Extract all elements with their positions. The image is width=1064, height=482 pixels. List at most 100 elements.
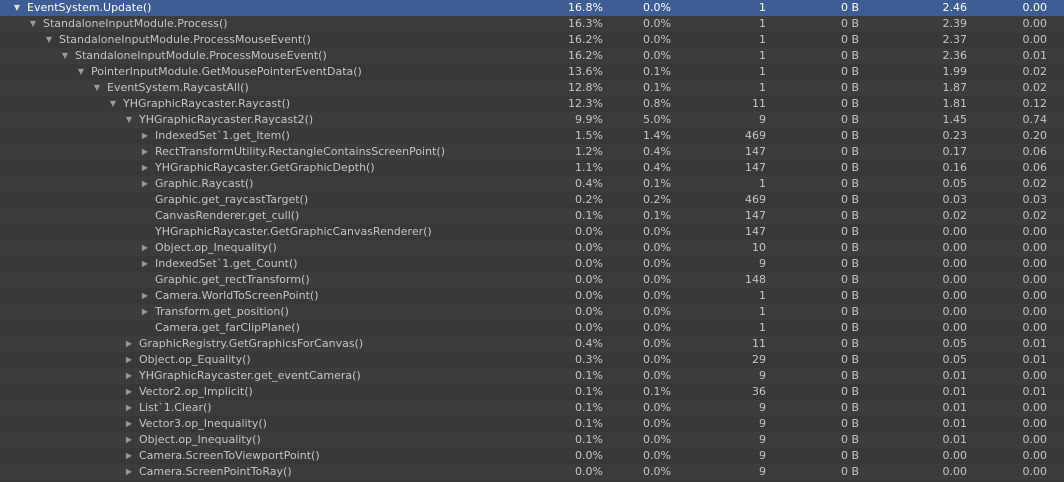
chevron-right-icon[interactable]: ▶	[139, 240, 151, 256]
table-row[interactable]: ▶ YHGraphicRaycaster.get_eventCamera() 0.1…	[0, 368, 1064, 384]
table-row[interactable]: Graphic.get_rectTransform() 0.0% 0.0% 148 0 …	[0, 272, 1064, 288]
time-ms-cell: 0.01	[942, 401, 968, 414]
table-row[interactable]: ▶ Camera.ScreenPointToRay() 0.0% 0.0% 9 0 B 0.…	[0, 464, 1064, 480]
table-row[interactable]: ▶ Vector2.op_Implicit() 0.1% 0.1% 36 0 B 0.01 0…	[0, 384, 1064, 400]
self-percent-cell: 0.0%	[643, 449, 671, 462]
table-row[interactable]: Graphic.get_raycastTarget() 0.2% 0.2% 469 0 …	[0, 192, 1064, 208]
chevron-right-icon[interactable]: ▶	[123, 416, 135, 432]
table-row[interactable]: ▶ Vector3.op_Inequality() 0.1% 0.0% 9 0 B 0.01…	[0, 416, 1064, 432]
function-name-cell: ▶ Camera.ScreenPointToRay()	[0, 464, 500, 480]
function-name-cell: Camera.get_farClipPlane()	[0, 320, 500, 336]
calls-cell: 11	[752, 97, 766, 110]
gc-alloc-cell: 0 B	[840, 273, 859, 286]
chevron-right-icon[interactable]: ▶	[123, 432, 135, 448]
table-row[interactable]: YHGraphicRaycaster.GetGraphicCanvasRende…	[0, 224, 1064, 240]
self-percent-cell: 0.0%	[643, 337, 671, 350]
self-ms-cell: 0.01	[1022, 385, 1048, 398]
table-row[interactable]: ▼ YHGraphicRaycaster.Raycast() 12.3% 0.8% 11…	[0, 96, 1064, 112]
table-row[interactable]: ▶ Object.op_Equality() 0.3% 0.0% 29 0 B 0.05 0.…	[0, 352, 1064, 368]
table-row[interactable]: ▼ PointerInputModule.GetMousePointerEvent…	[0, 64, 1064, 80]
chevron-right-icon[interactable]: ▶	[139, 128, 151, 144]
table-row[interactable]: ▶ IndexedSet`1.get_Count() 0.0% 0.0% 9 0 B 0.0…	[0, 256, 1064, 272]
self-ms-cell: 0.20	[1022, 129, 1048, 142]
chevron-right-icon[interactable]: ▶	[123, 368, 135, 384]
function-name-cell: ▶ Object.op_Inequality()	[0, 432, 500, 448]
table-row[interactable]: ▼ StandaloneInputModule.Process() 16.3% 0.0…	[0, 16, 1064, 32]
chevron-right-icon[interactable]: ▶	[139, 160, 151, 176]
table-row[interactable]: ▼ StandaloneInputModule.ProcessMouseEvent…	[0, 32, 1064, 48]
time-ms-cell: 0.01	[942, 369, 968, 382]
chevron-right-icon[interactable]: ▶	[123, 384, 135, 400]
chevron-right-icon[interactable]: ▶	[139, 304, 151, 320]
table-row[interactable]: ▶ YHGraphicRaycaster.GetGraphicDepth() 1.1…	[0, 160, 1064, 176]
table-row[interactable]: ▼ EventSystem.RaycastAll() 12.8% 0.1% 1 0 B 1.…	[0, 80, 1064, 96]
gc-alloc-cell: 0 B	[840, 49, 859, 62]
chevron-down-icon[interactable]: ▼	[59, 48, 71, 64]
function-name: GraphicRegistry.GetGraphicsForCanvas()	[139, 337, 364, 350]
chevron-down-icon[interactable]: ▼	[91, 80, 103, 96]
time-ms-cell: 1.81	[942, 97, 968, 110]
self-ms-cell: 0.00	[1022, 257, 1048, 270]
function-name: YHGraphicRaycaster.GetGraphicCanvasRende…	[155, 225, 432, 238]
chevron-down-icon[interactable]: ▼	[27, 16, 39, 32]
table-row[interactable]: CanvasRenderer.get_cull() 0.1% 0.1% 147 0 B 0…	[0, 208, 1064, 224]
table-row[interactable]: ▶ RectTransformUtility.RectangleContainsS…	[0, 144, 1064, 160]
self-percent-cell: 0.0%	[643, 273, 671, 286]
chevron-right-icon[interactable]: ▶	[123, 352, 135, 368]
chevron-right-icon[interactable]: ▶	[123, 448, 135, 464]
function-name-cell: ▶ Vector3.op_Inequality()	[0, 416, 500, 432]
chevron-right-icon[interactable]: ▶	[139, 176, 151, 192]
calls-cell: 9	[759, 465, 766, 478]
chevron-right-icon[interactable]: ▶	[139, 288, 151, 304]
table-row[interactable]: ▼ EventSystem.Update() 16.8% 0.0% 1 0 B 2.46 0.…	[0, 0, 1064, 16]
calls-cell: 1	[759, 321, 766, 334]
total-percent-cell: 0.0%	[575, 449, 603, 462]
chevron-down-icon[interactable]: ▼	[107, 96, 119, 112]
calls-cell: 469	[745, 193, 766, 206]
table-row[interactable]: ▶ Transform.get_position() 0.0% 0.0% 1 0 B 0.0…	[0, 304, 1064, 320]
table-row[interactable]: ▶ Camera.WorldToScreenPoint() 0.0% 0.0% 1 0 B…	[0, 288, 1064, 304]
function-name-cell: ▼ EventSystem.Update()	[0, 0, 500, 16]
calls-cell: 36	[752, 385, 766, 398]
gc-alloc-cell: 0 B	[840, 129, 859, 142]
self-percent-cell: 0.0%	[643, 433, 671, 446]
gc-alloc-cell: 0 B	[840, 433, 859, 446]
self-percent-cell: 0.1%	[643, 385, 671, 398]
total-percent-cell: 0.4%	[575, 177, 603, 190]
table-row[interactable]: ▶ IndexedSet`1.get_Item() 1.5% 1.4% 469 0 B 0.…	[0, 128, 1064, 144]
self-ms-cell: 0.74	[1022, 113, 1048, 126]
chevron-right-icon[interactable]: ▶	[139, 144, 151, 160]
time-ms-cell: 0.05	[942, 177, 968, 190]
table-row[interactable]: ▶ Camera.ScreenToViewportPoint() 0.0% 0.0% 9…	[0, 448, 1064, 464]
chevron-right-icon[interactable]: ▶	[139, 256, 151, 272]
calls-cell: 469	[745, 129, 766, 142]
table-row[interactable]: ▶ GraphicRegistry.GetGraphicsForCanvas() 0…	[0, 336, 1064, 352]
table-row[interactable]: ▶ Object.op_Inequality() 0.1% 0.0% 9 0 B 0.01 0…	[0, 432, 1064, 448]
table-row[interactable]: ▶ List`1.Clear() 0.1% 0.0% 9 0 B 0.01 0.00	[0, 400, 1064, 416]
calls-cell: 1	[759, 17, 766, 30]
table-row[interactable]: ▼ StandaloneInputModule.ProcessMouseEvent…	[0, 48, 1064, 64]
chevron-down-icon[interactable]: ▼	[11, 0, 23, 16]
self-ms-cell: 0.00	[1022, 305, 1048, 318]
calls-cell: 9	[759, 369, 766, 382]
chevron-right-icon[interactable]: ▶	[123, 400, 135, 416]
chevron-down-icon[interactable]: ▼	[43, 32, 55, 48]
gc-alloc-cell: 0 B	[840, 465, 859, 478]
self-percent-cell: 0.1%	[643, 209, 671, 222]
chevron-down-icon[interactable]: ▼	[123, 112, 135, 128]
function-name: StandaloneInputModule.ProcessMouseEvent(…	[75, 49, 327, 62]
function-name-cell: ▶ Vector2.op_Implicit()	[0, 384, 500, 400]
self-ms-cell: 0.00	[1022, 417, 1048, 430]
table-row[interactable]: ▶ Object.op_Inequality() 0.0% 0.0% 10 0 B 0.00…	[0, 240, 1064, 256]
gc-alloc-cell: 0 B	[840, 417, 859, 430]
self-percent-cell: 0.0%	[643, 49, 671, 62]
table-row[interactable]: ▶ Graphic.Raycast() 0.4% 0.1% 1 0 B 0.05 0.02	[0, 176, 1064, 192]
self-percent-cell: 0.2%	[643, 193, 671, 206]
chevron-right-icon[interactable]: ▶	[123, 336, 135, 352]
table-row[interactable]: Camera.get_farClipPlane() 0.0% 0.0% 1 0 B 0.0…	[0, 320, 1064, 336]
calls-cell: 9	[759, 449, 766, 462]
chevron-right-icon[interactable]: ▶	[123, 464, 135, 480]
time-ms-cell: 2.36	[942, 49, 968, 62]
table-row[interactable]: ▼ YHGraphicRaycaster.Raycast2() 9.9% 5.0% 9 0…	[0, 112, 1064, 128]
chevron-down-icon[interactable]: ▼	[75, 64, 87, 80]
